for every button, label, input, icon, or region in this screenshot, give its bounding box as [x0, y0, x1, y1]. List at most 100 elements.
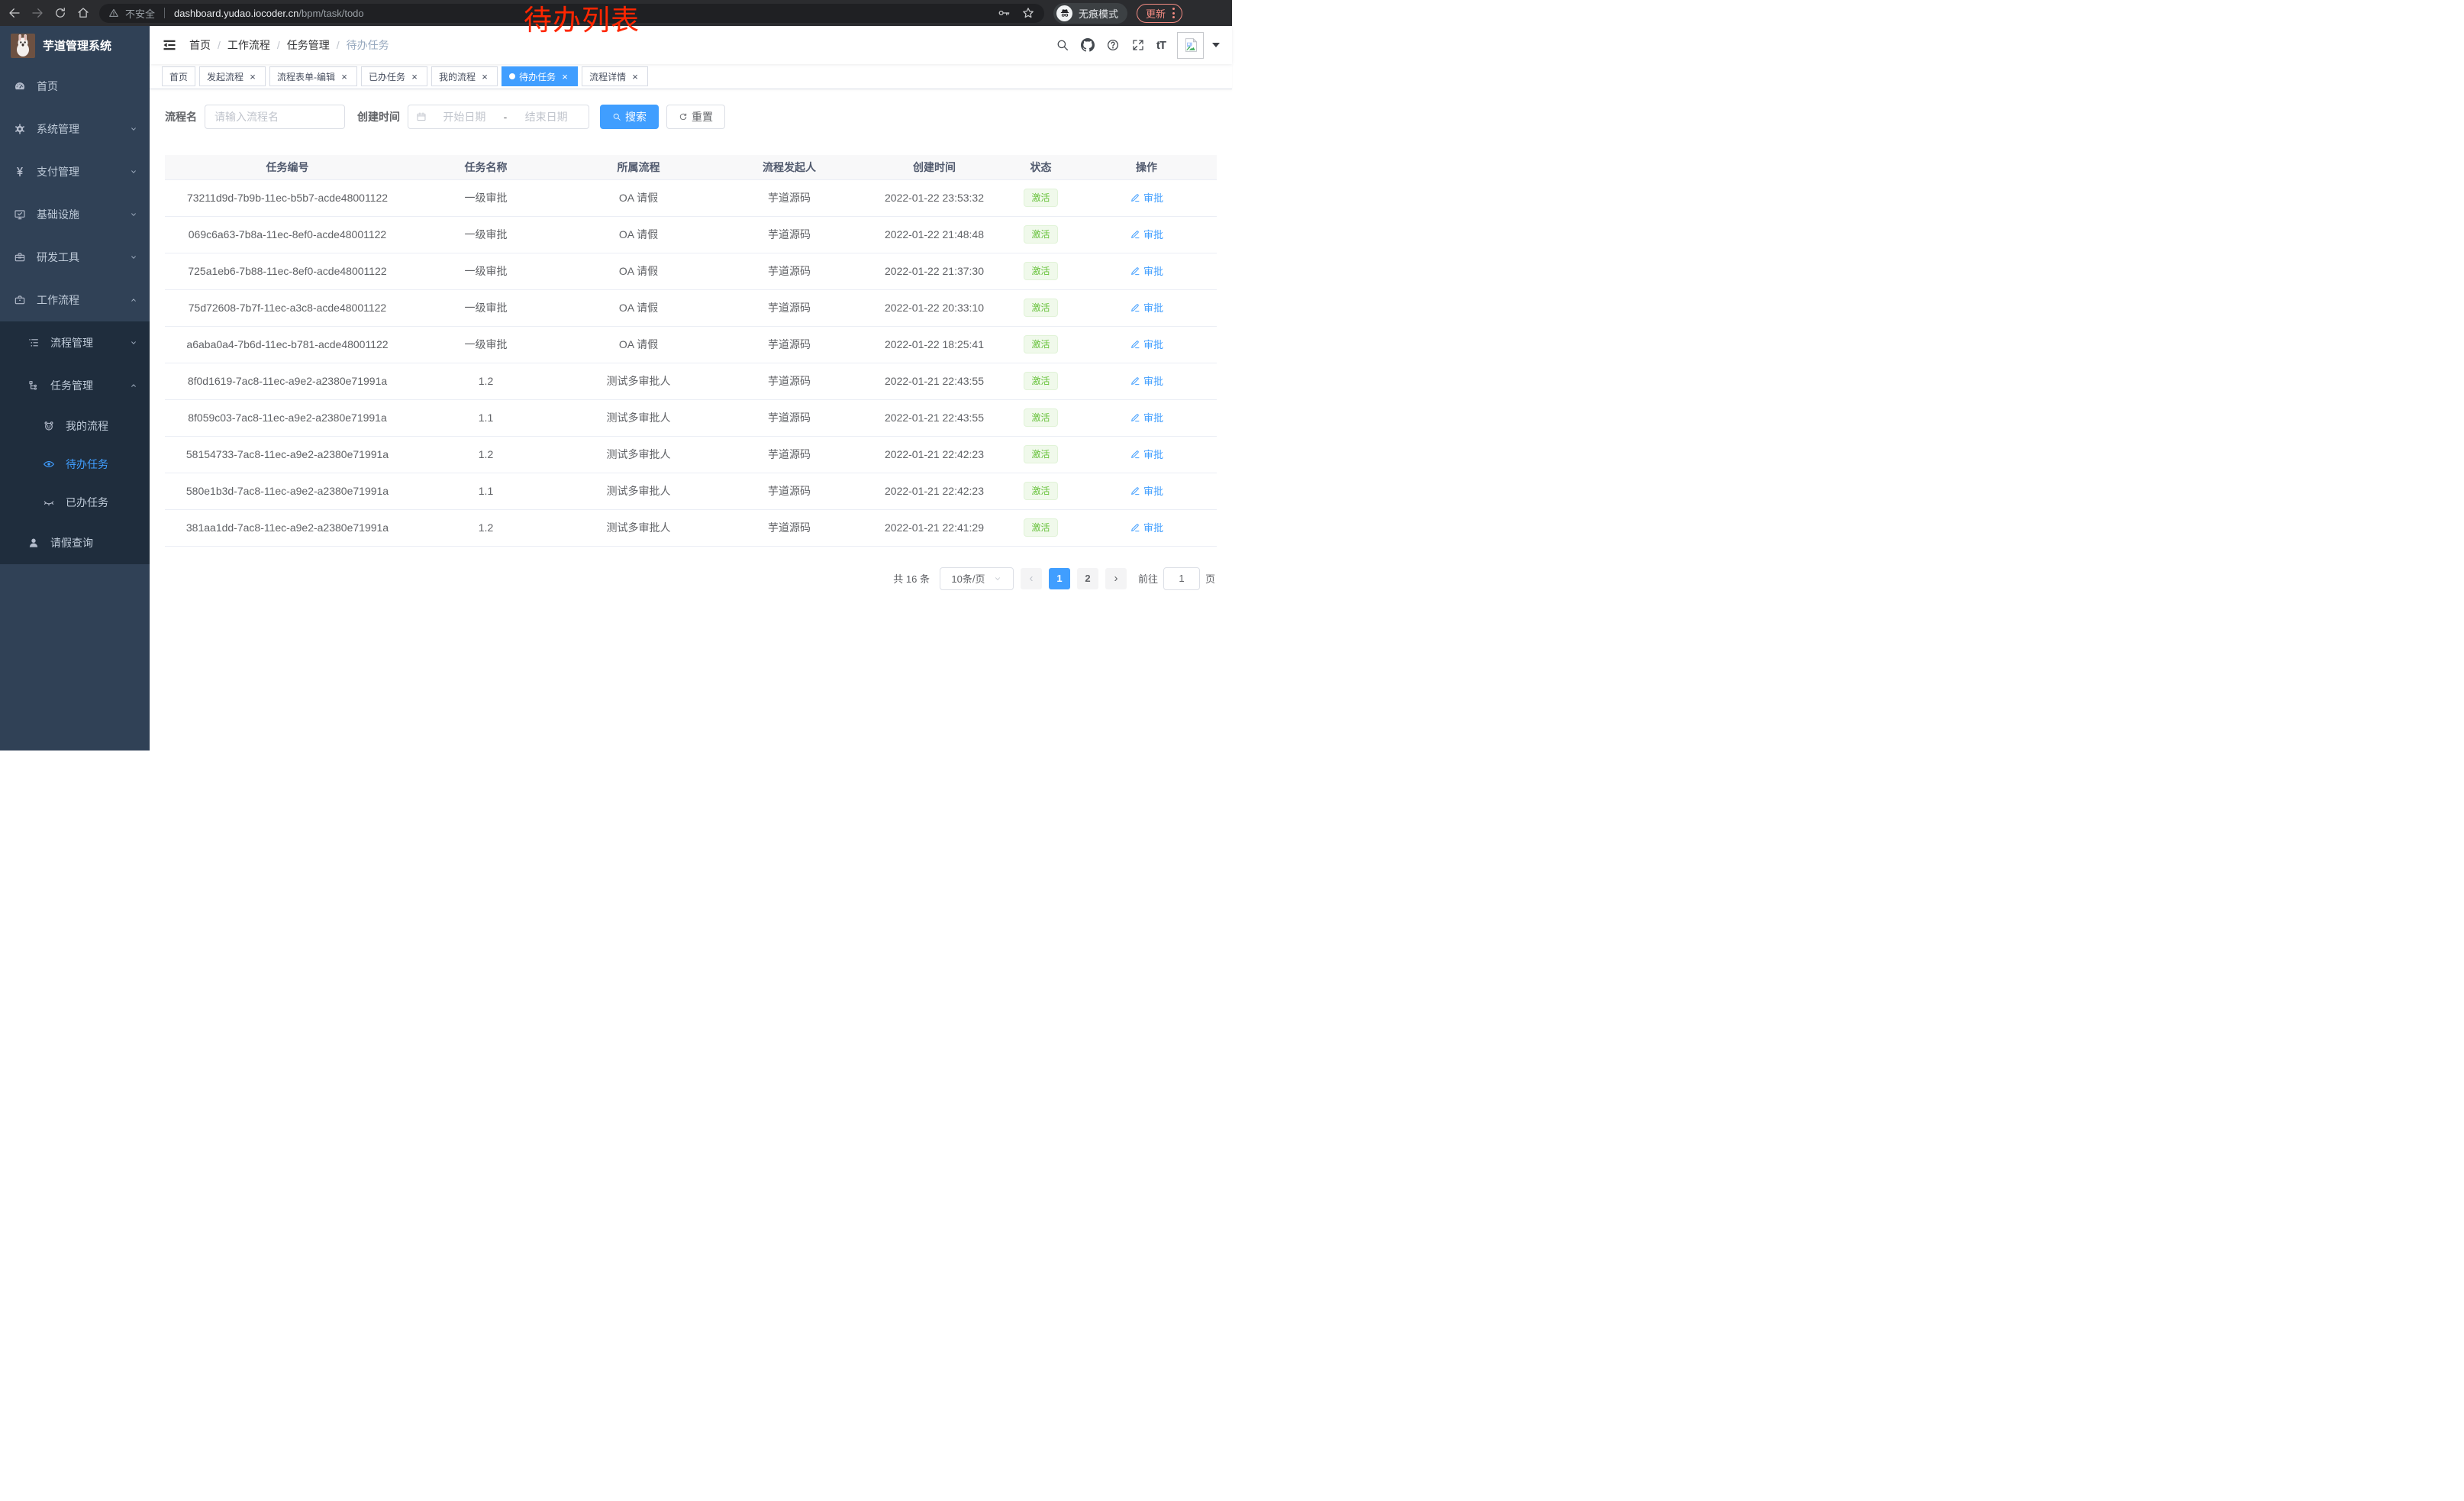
sidebar-item-todo-tasks[interactable]: 待办任务	[0, 445, 150, 483]
approve-link[interactable]: 审批	[1130, 520, 1163, 534]
cell-task-name: 1.1	[410, 399, 562, 436]
approve-link[interactable]: 审批	[1130, 227, 1163, 241]
close-icon[interactable]: ×	[339, 71, 350, 82]
page-size-select[interactable]: 10条/页	[940, 567, 1014, 590]
approve-link[interactable]: 审批	[1130, 190, 1163, 205]
date-range-picker[interactable]: 开始日期 - 结束日期	[408, 105, 589, 129]
goto-page-input[interactable]	[1163, 567, 1200, 590]
cell-task-name: 1.2	[410, 363, 562, 399]
breadcrumb-item[interactable]: 首页	[189, 37, 211, 53]
cell-task-id: 75d72608-7b7f-11ec-a3c8-acde48001122	[165, 289, 410, 326]
sidebar-item-home[interactable]: 首页	[0, 65, 150, 108]
process-name-input[interactable]	[205, 105, 345, 129]
warning-icon	[108, 8, 119, 18]
annotation-title: 待办列表	[524, 4, 640, 37]
tab-start-process[interactable]: 发起流程×	[199, 66, 266, 86]
cell-status: 激活	[1005, 363, 1076, 399]
star-icon[interactable]	[1021, 6, 1035, 20]
reload-icon[interactable]	[53, 6, 67, 20]
dashboard-icon	[14, 80, 26, 92]
approve-link[interactable]: 审批	[1130, 410, 1163, 424]
tab-label: 流程表单-编辑	[277, 70, 335, 83]
status-badge: 激活	[1024, 372, 1057, 390]
breadcrumb-item[interactable]: 任务管理	[287, 37, 330, 53]
gear-icon	[14, 123, 26, 135]
app-logo[interactable]: 芋道管理系统	[0, 26, 150, 65]
approve-label: 审批	[1143, 520, 1163, 534]
next-page-button[interactable]: ›	[1105, 568, 1127, 589]
approve-link[interactable]: 审批	[1130, 263, 1163, 278]
close-icon[interactable]: ×	[479, 71, 490, 82]
help-icon[interactable]	[1106, 38, 1120, 52]
approve-link[interactable]: 审批	[1130, 373, 1163, 388]
search-icon[interactable]	[1056, 38, 1069, 52]
tab-my-process[interactable]: 我的流程×	[431, 66, 498, 86]
cell-process: 测试多审批人	[562, 363, 715, 399]
sidebar-item-done-tasks[interactable]: 已办任务	[0, 483, 150, 521]
sidebar: 芋道管理系统 首页系统管理支付管理基础设施研发工具工作流程流程管理任务管理我的流…	[0, 26, 150, 750]
close-icon[interactable]: ×	[409, 71, 420, 82]
fullscreen-icon[interactable]	[1131, 38, 1145, 52]
font-size-icon[interactable]: tT	[1156, 39, 1166, 52]
tab-done-tasks[interactable]: 已办任务×	[361, 66, 427, 86]
tab-home[interactable]: 首页	[162, 66, 195, 86]
cell-initiator: 芋道源码	[715, 253, 863, 289]
search-button[interactable]: 搜索	[600, 105, 659, 129]
sidebar-item-leave-query[interactable]: 请假查询	[0, 521, 150, 564]
col-header-initiator: 流程发起人	[715, 155, 863, 179]
key-icon[interactable]	[997, 6, 1011, 20]
cell-actions: 审批	[1076, 399, 1217, 436]
eye-open-icon	[43, 458, 55, 470]
home-icon[interactable]	[76, 6, 90, 20]
sidebar-item-dev-tools[interactable]: 研发工具	[0, 236, 150, 279]
table-row: 8f059c03-7ac8-11ec-a9e2-a2380e71991a1.1测…	[165, 399, 1217, 436]
avatar[interactable]	[1177, 32, 1204, 59]
hamburger-icon[interactable]	[162, 37, 177, 53]
search-button-icon	[612, 112, 621, 121]
sidebar-item-infra[interactable]: 基础设施	[0, 193, 150, 236]
sidebar-item-process-mgmt[interactable]: 流程管理	[0, 321, 150, 364]
sidebar-item-system[interactable]: 系统管理	[0, 108, 150, 150]
avatar-caret-icon[interactable]	[1212, 43, 1220, 47]
approve-link[interactable]: 审批	[1130, 337, 1163, 351]
sidebar-item-label: 工作流程	[37, 292, 79, 308]
tags-view-bar: 首页发起流程×流程表单-编辑×已办任务×我的流程×待办任务×流程详情×	[150, 64, 1232, 89]
github-icon[interactable]	[1081, 38, 1095, 52]
sidebar-item-task-mgmt[interactable]: 任务管理	[0, 364, 150, 407]
page-button-1[interactable]: 1	[1049, 568, 1070, 589]
col-header-create-time: 创建时间	[863, 155, 1005, 179]
sidebar-item-payment[interactable]: 支付管理	[0, 150, 150, 193]
sidebar-item-my-process[interactable]: 我的流程	[0, 407, 150, 445]
calendar-icon	[416, 111, 427, 122]
sidebar-item-workflow[interactable]: 工作流程	[0, 279, 150, 321]
back-icon[interactable]	[8, 6, 21, 20]
page-unit-label: 页	[1205, 571, 1215, 586]
close-icon[interactable]: ×	[247, 71, 258, 82]
pencil-icon	[1130, 412, 1140, 423]
tab-process-form-edit[interactable]: 流程表单-编辑 ×	[269, 66, 357, 86]
status-badge: 激活	[1024, 225, 1057, 244]
incognito-icon	[1059, 8, 1070, 18]
close-icon[interactable]: ×	[630, 71, 640, 82]
cell-task-id: 381aa1dd-7ac8-11ec-a9e2-a2380e71991a	[165, 509, 410, 546]
table-row: 58154733-7ac8-11ec-a9e2-a2380e71991a1.2测…	[165, 436, 1217, 473]
approve-link[interactable]: 审批	[1130, 300, 1163, 315]
close-icon[interactable]: ×	[560, 71, 570, 82]
approve-link[interactable]: 审批	[1130, 447, 1163, 461]
menu-kebab-icon[interactable]	[1172, 8, 1175, 18]
prev-page-button[interactable]: ‹	[1021, 568, 1042, 589]
page-button-2[interactable]: 2	[1077, 568, 1098, 589]
cell-create-time: 2022-01-22 18:25:41	[863, 326, 1005, 363]
cell-create-time: 2022-01-21 22:43:55	[863, 363, 1005, 399]
pencil-icon	[1130, 229, 1140, 240]
approve-link[interactable]: 审批	[1130, 483, 1163, 498]
tab-todo-tasks[interactable]: 待办任务×	[502, 66, 578, 86]
forward-icon[interactable]	[31, 6, 44, 20]
update-button[interactable]: 更新	[1137, 4, 1182, 23]
select-caret-icon	[993, 574, 1002, 583]
tab-process-detail[interactable]: 流程详情×	[582, 66, 648, 86]
reset-button[interactable]: 重置	[666, 105, 725, 129]
logo-image	[11, 34, 35, 58]
breadcrumb-item[interactable]: 工作流程	[227, 37, 270, 53]
task-table: 任务编号任务名称所属流程流程发起人创建时间状态操作 73211d9d-7b9b-…	[165, 155, 1217, 547]
